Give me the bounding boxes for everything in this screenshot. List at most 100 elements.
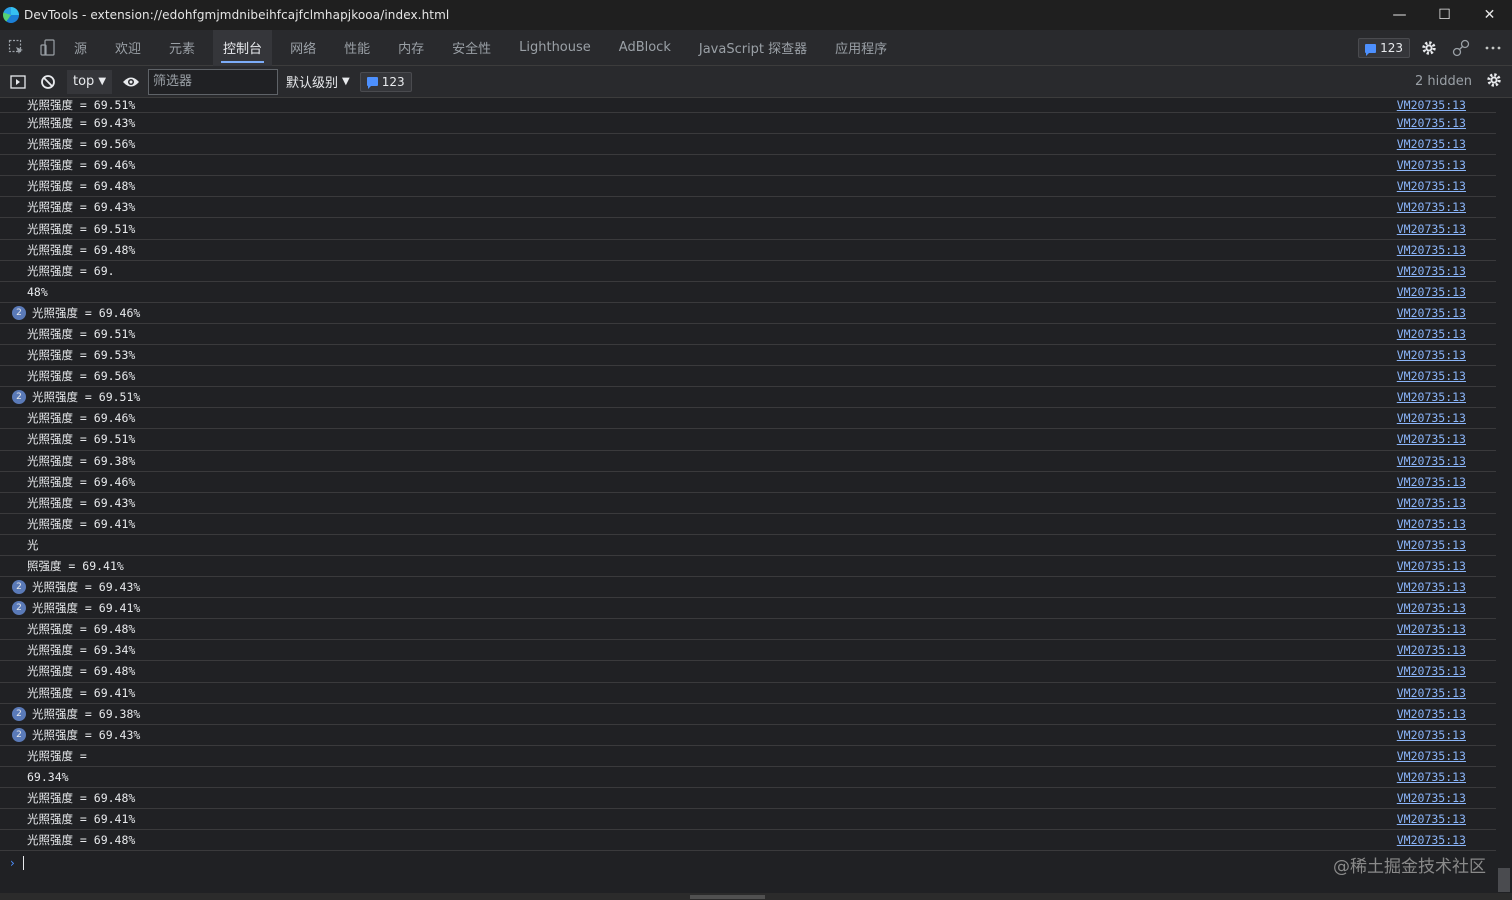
tab-performance[interactable]: 性能 (334, 30, 380, 66)
source-link[interactable]: VM20735:13 (1397, 158, 1466, 172)
source-link[interactable]: VM20735:13 (1397, 390, 1466, 404)
console-message-text: 光照强度 = 69.51% (27, 221, 136, 236)
repeat-count-badge: 2 (12, 390, 26, 405)
source-link[interactable]: VM20735:13 (1397, 728, 1466, 742)
device-toolbar-icon[interactable] (32, 30, 64, 66)
source-link[interactable]: VM20735:13 (1397, 98, 1466, 112)
tab-memory[interactable]: 内存 (388, 30, 434, 66)
source-link[interactable]: VM20735:13 (1397, 643, 1466, 657)
tab-application[interactable]: 应用程序 (825, 30, 897, 66)
console-message-row: 光照强度 = 69.38% VM20735:13 (0, 451, 1496, 472)
source-link[interactable]: VM20735:13 (1397, 200, 1466, 214)
console-message-text: 光照强度 = 69.51% (27, 432, 136, 447)
scrollbar-thumb[interactable] (690, 895, 765, 899)
message-count-button[interactable]: 123 (359, 71, 412, 92)
tab-js-profiler[interactable]: JavaScript 探查器 (689, 30, 817, 66)
source-link[interactable]: VM20735:13 (1397, 559, 1466, 573)
console-message-row: 光照强度 = VM20735:13 (0, 746, 1496, 767)
source-link[interactable]: VM20735:13 (1397, 454, 1466, 468)
source-link[interactable]: VM20735:13 (1397, 327, 1466, 341)
vertical-scrollbar[interactable] (1496, 98, 1512, 893)
console-message-text: 光照强度 = 69.48% (27, 664, 136, 679)
console-message-row: 光照强度 = 69.48% VM20735:13 (0, 661, 1496, 683)
source-link[interactable]: VM20735:13 (1397, 791, 1466, 805)
live-expression-icon[interactable] (116, 67, 146, 97)
more-options-icon[interactable] (1480, 35, 1506, 61)
repeat-count-badge: 2 (12, 305, 26, 320)
tab-sources[interactable]: 源 (64, 30, 97, 66)
sidebar-toggle-icon[interactable] (3, 67, 33, 97)
console-message-row: 光照强度 = 69.41% VM20735:13 (0, 514, 1496, 535)
console-message-text: 光照强度 = 69.46% (27, 411, 136, 426)
console-message-text: 光照强度 = 69.48% (27, 242, 136, 257)
source-link[interactable]: VM20735:13 (1397, 707, 1466, 721)
message-icon (1365, 43, 1377, 56)
console-message-text: 光照强度 = 69.43% (32, 580, 141, 595)
source-link[interactable]: VM20735:13 (1397, 749, 1466, 763)
source-link[interactable]: VM20735:13 (1397, 369, 1466, 383)
console-message-text: 光照强度 = 69.43% (27, 495, 136, 510)
window-titlebar: DevTools - extension://edohfgmjmdnibeihf… (0, 0, 1512, 30)
source-link[interactable]: VM20735:13 (1397, 686, 1466, 700)
source-link[interactable]: VM20735:13 (1397, 517, 1466, 531)
source-link[interactable]: VM20735:13 (1397, 264, 1466, 278)
source-link[interactable]: VM20735:13 (1397, 812, 1466, 826)
console-settings-icon[interactable] (1486, 72, 1502, 92)
repeat-count-badge: 2 (12, 601, 26, 616)
source-link[interactable]: VM20735:13 (1397, 538, 1466, 552)
connection-icon[interactable] (1448, 35, 1474, 61)
console-message-row: 光照强度 = 69.34% VM20735:13 (0, 640, 1496, 662)
source-link[interactable]: VM20735:13 (1397, 243, 1466, 257)
tab-security[interactable]: 安全性 (442, 30, 501, 66)
tabbar-actions: 123 (1358, 30, 1506, 66)
tab-adblock[interactable]: AdBlock (609, 30, 681, 66)
tab-elements[interactable]: 元素 (159, 30, 205, 66)
console-message-text: 光照强度 = 69.46% (32, 305, 141, 320)
source-link[interactable]: VM20735:13 (1397, 601, 1466, 615)
source-link[interactable]: VM20735:13 (1397, 770, 1466, 784)
source-link[interactable]: VM20735:13 (1397, 664, 1466, 678)
filter-input[interactable] (148, 68, 279, 95)
source-link[interactable]: VM20735:13 (1397, 137, 1466, 151)
console-message-row: 光照强度 = 69.41% VM20735:13 (0, 809, 1496, 831)
minimize-button[interactable]: — (1377, 0, 1422, 30)
source-link[interactable]: VM20735:13 (1397, 179, 1466, 193)
console-message-row: 光照强度 = 69.46% VM20735:13 (0, 155, 1496, 177)
tab-network[interactable]: 网络 (280, 30, 326, 66)
source-link[interactable]: VM20735:13 (1397, 222, 1466, 236)
devtools-tabbar: 源 欢迎 元素 控制台 网络 性能 内存 安全性 Lighthouse AdBl… (0, 29, 1512, 66)
source-link[interactable]: VM20735:13 (1397, 496, 1466, 510)
source-link[interactable]: VM20735:13 (1397, 285, 1466, 299)
source-link[interactable]: VM20735:13 (1397, 833, 1466, 847)
console-message-text: 光照强度 = 69.53% (27, 348, 136, 363)
console-message-row: 照强度 = 69.41% VM20735:13 (0, 556, 1496, 578)
tab-welcome[interactable]: 欢迎 (105, 30, 151, 66)
tab-console[interactable]: 控制台 (213, 29, 273, 66)
clear-console-icon[interactable] (33, 67, 63, 97)
console-message-text: 69.34% (27, 769, 69, 784)
horizontal-scrollbar[interactable] (0, 893, 1512, 900)
close-button[interactable]: ✕ (1467, 0, 1512, 30)
log-level-selector[interactable]: 默认级别 ▼ (286, 72, 350, 91)
console-prompt[interactable]: › (0, 852, 1496, 874)
scrollbar-thumb[interactable] (1498, 868, 1510, 892)
source-link[interactable]: VM20735:13 (1397, 306, 1466, 320)
console-message-text: 光照强度 = 69.41% (27, 685, 136, 700)
context-selector[interactable]: top ▼ (67, 69, 113, 94)
console-message-text: 光照强度 = 69.56% (27, 137, 136, 152)
source-link[interactable]: VM20735:13 (1397, 432, 1466, 446)
source-link[interactable]: VM20735:13 (1397, 411, 1466, 425)
source-link[interactable]: VM20735:13 (1397, 348, 1466, 362)
maximize-button[interactable]: ☐ (1422, 0, 1467, 30)
source-link[interactable]: VM20735:13 (1397, 116, 1466, 130)
inspect-element-icon[interactable] (0, 30, 32, 66)
issues-count-button[interactable]: 123 (1358, 38, 1410, 58)
tab-lighthouse[interactable]: Lighthouse (509, 30, 601, 66)
settings-icon[interactable] (1416, 35, 1442, 61)
console-message-row: 光照强度 = 69. VM20735:13 (0, 261, 1496, 282)
console-toolbar: top ▼ 默认级别 ▼ 123 2 hidden (0, 66, 1512, 98)
source-link[interactable]: VM20735:13 (1397, 622, 1466, 636)
source-link[interactable]: VM20735:13 (1397, 475, 1466, 489)
source-link[interactable]: VM20735:13 (1397, 580, 1466, 594)
console-message-text: 光照强度 = 69.41% (27, 812, 136, 827)
